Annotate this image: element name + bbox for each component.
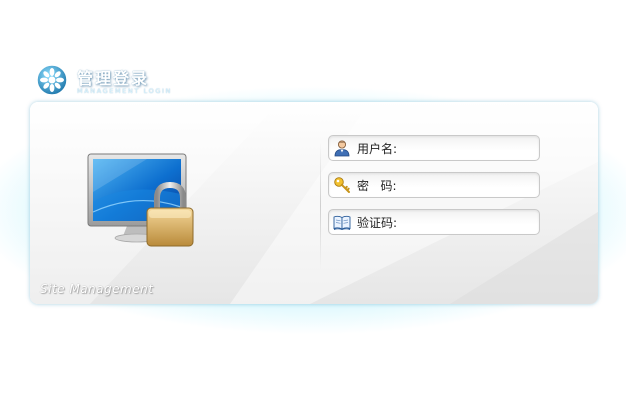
username-field[interactable]: 用户名: [328, 135, 540, 161]
password-input[interactable] [403, 175, 533, 193]
monitor-padlock-icon [87, 153, 194, 247]
user-icon [334, 140, 350, 157]
captcha-label: 验证码: [357, 216, 398, 230]
gear-wheel-logo-icon [36, 64, 68, 96]
page-title: 管理登录 [77, 69, 150, 88]
captcha-field[interactable]: 验证码: [328, 209, 540, 235]
username-label: 用户名: [357, 142, 398, 156]
password-label: 密 码: [357, 179, 397, 193]
key-icon [334, 177, 350, 193]
login-panel: Site Management 用户名: 密 码: 验证码: [30, 102, 598, 304]
captcha-input[interactable] [403, 212, 533, 230]
site-management-watermark: Site Management [40, 282, 154, 296]
login-page: 管理登录 MANAGEMENT LOGIN Site Management 用户… [0, 0, 626, 408]
page-subtitle: MANAGEMENT LOGIN [77, 87, 172, 95]
book-icon [333, 215, 351, 230]
panel-divider [320, 142, 321, 270]
username-input[interactable] [403, 138, 533, 156]
password-field[interactable]: 密 码: [328, 172, 540, 198]
